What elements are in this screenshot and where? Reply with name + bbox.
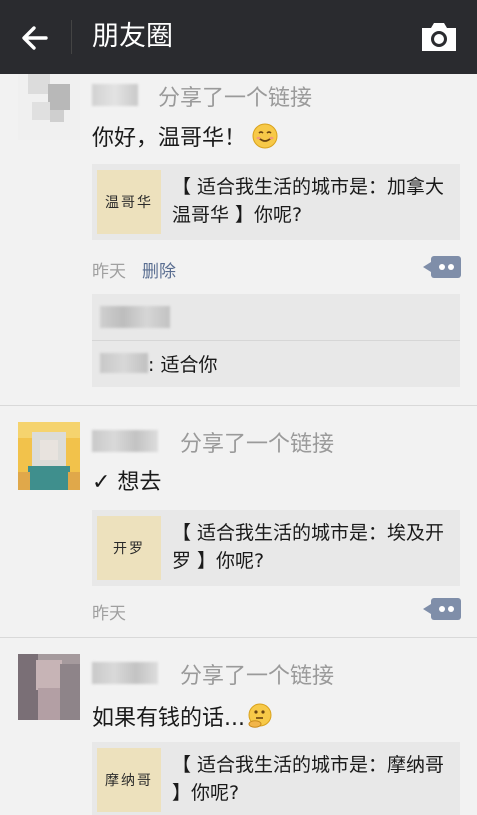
avatar[interactable] — [18, 422, 80, 490]
header-divider — [71, 20, 72, 54]
page-title: 朋友圈 — [92, 21, 173, 52]
post-text: 如果有钱的话... — [92, 700, 273, 732]
share-label: 分享了一个链接 — [158, 86, 313, 111]
post-text-content: 如果有钱的话... — [92, 706, 245, 731]
avatar[interactable] — [18, 654, 80, 720]
link-title: 【 适合我生活的城市是：加拿大温哥华 】你呢? — [172, 176, 445, 226]
comment-divider — [92, 340, 460, 341]
comments-box: : 适合你 — [92, 294, 460, 387]
back-button[interactable] — [16, 20, 56, 56]
post-time: 昨天 — [92, 604, 126, 624]
pixelated-avatar-image — [18, 74, 80, 140]
avatar[interactable] — [18, 74, 80, 140]
dot-icon — [448, 606, 454, 612]
like-row[interactable] — [100, 306, 170, 328]
commenter-name-blurred[interactable] — [100, 353, 148, 373]
camera-button[interactable] — [418, 18, 460, 56]
user-name-blurred[interactable] — [92, 662, 158, 684]
shared-link-card[interactable]: 摩纳哥 【 适合我生活的城市是：摩纳哥 】你呢? — [92, 742, 460, 815]
post-text-content: 你好，温哥华！ — [92, 126, 247, 151]
dot-icon — [439, 264, 445, 270]
camera-icon — [422, 23, 456, 51]
comment-more-button[interactable] — [423, 256, 461, 278]
shared-link-card[interactable]: 温哥华 【 适合我生活的城市是：加拿大温哥华 】你呢? — [92, 164, 460, 240]
link-thumbnail: 摩纳哥 — [97, 748, 161, 812]
top-bar: 朋友圈 — [0, 0, 477, 74]
comment-more-button[interactable] — [423, 598, 461, 620]
back-arrow-icon — [22, 26, 48, 50]
link-thumbnail: 开罗 — [97, 516, 161, 580]
moment-post: 分享了一个链接 ✓ 想去 开罗 【 适合我生活的城市是：埃及开罗 】你呢? 昨天 — [0, 406, 477, 637]
shared-link-card[interactable]: 开罗 【 适合我生活的城市是：埃及开罗 】你呢? — [92, 510, 460, 586]
user-name-blurred[interactable] — [92, 430, 158, 452]
post-time: 昨天 — [92, 262, 126, 282]
link-title: 【 适合我生活的城市是：摩纳哥 】你呢? — [172, 754, 445, 804]
thinking-emoji-icon — [248, 703, 272, 728]
smile-emoji-icon — [252, 123, 278, 149]
post-text: 你好，温哥华！ — [92, 120, 278, 152]
link-thumbnail: 温哥华 — [97, 170, 161, 234]
post-text: ✓ 想去 — [92, 470, 162, 495]
moment-post: 分享了一个链接 如果有钱的话... 摩纳哥 【 适合我生活的城市是：摩纳哥 】你… — [0, 638, 477, 815]
share-label: 分享了一个链接 — [180, 432, 335, 457]
moments-feed[interactable]: 分享了一个链接 你好，温哥华！ 温哥华 【 适合我生活的城市是：加拿大温哥华 】… — [0, 74, 477, 815]
dot-icon — [448, 264, 454, 270]
moment-post: 分享了一个链接 你好，温哥华！ 温哥华 【 适合我生活的城市是：加拿大温哥华 】… — [0, 74, 477, 405]
link-title: 【 适合我生活的城市是：埃及开罗 】你呢? — [172, 522, 445, 572]
delete-link[interactable]: 删除 — [142, 257, 176, 282]
comment-text[interactable]: : 适合你 — [148, 350, 217, 377]
pixelated-avatar-image — [18, 654, 80, 720]
user-name-blurred[interactable] — [92, 84, 138, 106]
share-label: 分享了一个链接 — [180, 664, 335, 689]
pixelated-avatar-image — [18, 422, 80, 490]
dot-icon — [439, 606, 445, 612]
